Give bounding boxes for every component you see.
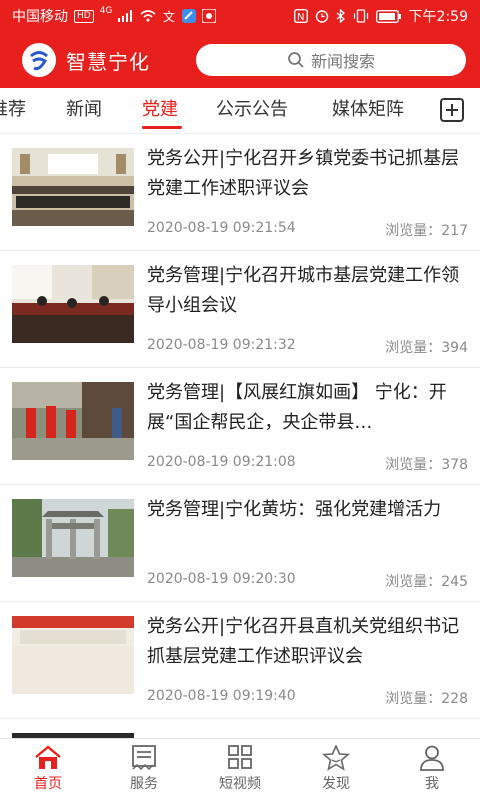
signal-icon [118, 10, 134, 22]
news-date: 2020-08-19 09:21:32 [147, 337, 296, 353]
news-title: 党务公开|宁化召开县直机关党组织书记抓基层党建工作述职评议会 [147, 616, 460, 667]
svg-text:文: 文 [163, 9, 175, 23]
app-title: 智慧宁化 [66, 49, 150, 74]
nav-short-video[interactable]: 短视频 [192, 739, 288, 800]
nav-label: 发现 [322, 776, 350, 792]
wifi-icon [140, 10, 156, 22]
news-date: 2020-08-19 09:21:54 [147, 220, 296, 236]
nav-discover[interactable]: 发现 [288, 739, 384, 800]
news-thumbnail [12, 265, 134, 343]
nfc-icon: N [293, 9, 308, 23]
nav-label: 服务 [130, 776, 158, 792]
nav-service[interactable]: 服务 [96, 739, 192, 800]
tab-recommend[interactable]: 推荐 [0, 88, 26, 133]
news-title: 党务管理|宁化召开城市基层党建工作领导小组会议 [147, 265, 460, 316]
notification-app-icon [182, 9, 197, 23]
service-icon [132, 745, 156, 771]
notification-app-icon-2 [202, 9, 217, 23]
news-thumbnail [12, 616, 134, 694]
tab-media-matrix[interactable]: 媒体矩阵 [332, 88, 404, 133]
news-list: 党务公开|宁化召开乡镇党委书记抓基层党建工作述职评议会 2020-08-19 0… [0, 134, 480, 738]
bluetooth-icon [336, 9, 346, 23]
news-title: 党务管理|【风展红旗如画】 宁化：开展“国企帮民企，央企带县… [147, 382, 447, 433]
add-channel-button[interactable] [440, 98, 464, 122]
vibrate-icon [353, 9, 369, 23]
news-thumbnail [12, 499, 134, 577]
news-item[interactable]: 党务公开|宁化召开乡镇党委书记抓基层党建工作述职评议会 2020-08-19 0… [0, 134, 480, 251]
news-views: 浏览量：217 [385, 223, 468, 239]
status-time: 下午2:59 [408, 9, 468, 25]
alarm-icon [315, 9, 329, 23]
app-logo [22, 43, 56, 77]
news-title: 党务管理|宁化黄坊：强化党建增活力 [147, 499, 442, 520]
news-item-partial[interactable] [0, 719, 480, 738]
carrier-label: 中国移动 [12, 9, 68, 25]
nav-home[interactable]: 首页 [0, 739, 96, 800]
nav-label: 短视频 [219, 776, 261, 792]
discover-icon [321, 745, 351, 771]
translate-icon: 文 [162, 9, 176, 23]
user-icon [420, 745, 444, 771]
search-placeholder: 新闻搜索 [310, 52, 375, 71]
news-item[interactable]: 党务公开|宁化召开县直机关党组织书记抓基层党建工作述职评议会 2020-08-1… [0, 602, 480, 719]
battery-icon [375, 9, 402, 23]
tab-announcements[interactable]: 公示公告 [216, 88, 288, 133]
search-input[interactable]: 新闻搜索 [196, 44, 466, 76]
svg-text:N: N [297, 12, 304, 23]
tab-news[interactable]: 新闻 [66, 88, 102, 133]
news-views: 浏览量：245 [385, 574, 468, 590]
plus-icon [446, 104, 458, 116]
bottom-nav: 首页 服务 短视频 发现 我 [0, 738, 480, 800]
news-views: 浏览量：394 [385, 340, 468, 356]
news-date: 2020-08-19 09:19:40 [147, 688, 296, 704]
grid-icon [228, 745, 252, 769]
news-item[interactable]: 党务管理|【风展红旗如画】 宁化：开展“国企帮民企，央企带县… 2020-08-… [0, 368, 480, 485]
status-bar: 中国移动 HD 4G 文 N 下午2:59 [0, 0, 480, 32]
active-tab-indicator [142, 126, 182, 129]
news-views: 浏览量：228 [385, 691, 468, 707]
hd-badge: HD [74, 9, 94, 23]
news-item[interactable]: 党务管理|宁化召开城市基层党建工作领导小组会议 2020-08-19 09:21… [0, 251, 480, 368]
nav-label: 首页 [34, 776, 62, 792]
news-item[interactable]: 党务管理|宁化黄坊：强化党建增活力 2020-08-19 09:20:30 浏览… [0, 485, 480, 602]
search-icon [288, 52, 304, 68]
network-type: 4G [99, 6, 113, 16]
nav-label: 我 [425, 776, 439, 792]
app-header: 智慧宁化 新闻搜索 [0, 32, 480, 88]
news-thumbnail [12, 148, 134, 226]
nav-me[interactable]: 我 [384, 739, 480, 800]
news-views: 浏览量：378 [385, 457, 468, 473]
news-thumbnail [12, 382, 134, 460]
category-tab-bar: 推荐 新闻 党建 公示公告 媒体矩阵 [0, 88, 480, 134]
news-date: 2020-08-19 09:21:08 [147, 454, 296, 470]
home-icon [35, 745, 61, 769]
news-date: 2020-08-19 09:20:30 [147, 571, 296, 587]
news-title: 党务公开|宁化召开乡镇党委书记抓基层党建工作述职评议会 [147, 148, 460, 199]
